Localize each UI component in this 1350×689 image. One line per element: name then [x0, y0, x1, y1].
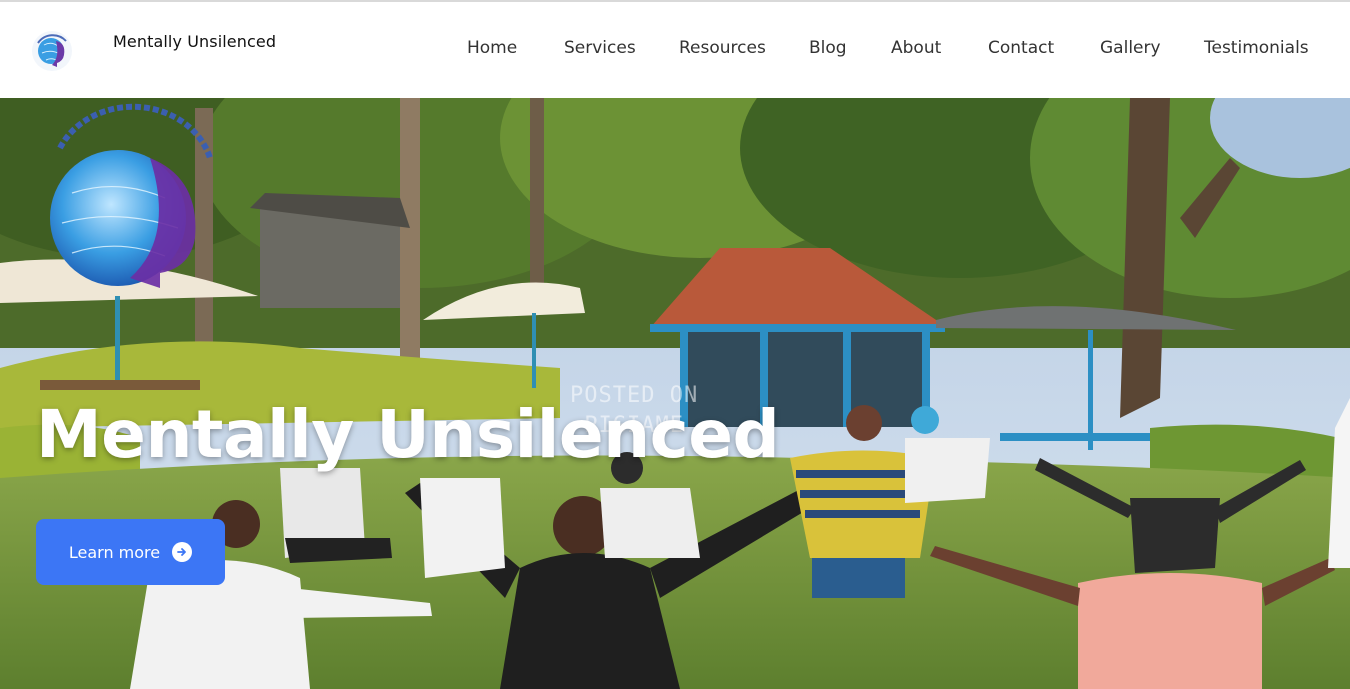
main-nav: Home Services Resources Blog About Conta… — [0, 38, 1350, 64]
nav-services[interactable]: Services — [564, 38, 636, 58]
nav-testimonials[interactable]: Testimonials — [1204, 38, 1309, 58]
learn-more-button[interactable]: Learn more — [36, 519, 225, 585]
nav-gallery[interactable]: Gallery — [1100, 38, 1161, 58]
hero-section: POSTED ON PIGIAME Mentally Unsilenced Le… — [0, 98, 1350, 689]
nav-home[interactable]: Home — [467, 38, 517, 58]
hero-title: Mentally Unsilenced — [36, 396, 780, 473]
learn-more-label: Learn more — [68, 542, 161, 562]
nav-blog[interactable]: Blog — [809, 38, 847, 58]
nav-contact[interactable]: Contact — [988, 38, 1054, 58]
nav-about[interactable]: About — [891, 38, 941, 58]
site-header: Mentally Unsilenced Home Services Resour… — [0, 0, 1350, 98]
page: Mentally Unsilenced Home Services Resour… — [0, 0, 1350, 689]
nav-resources[interactable]: Resources — [679, 38, 766, 58]
arrow-right-circle-icon — [172, 542, 193, 562]
